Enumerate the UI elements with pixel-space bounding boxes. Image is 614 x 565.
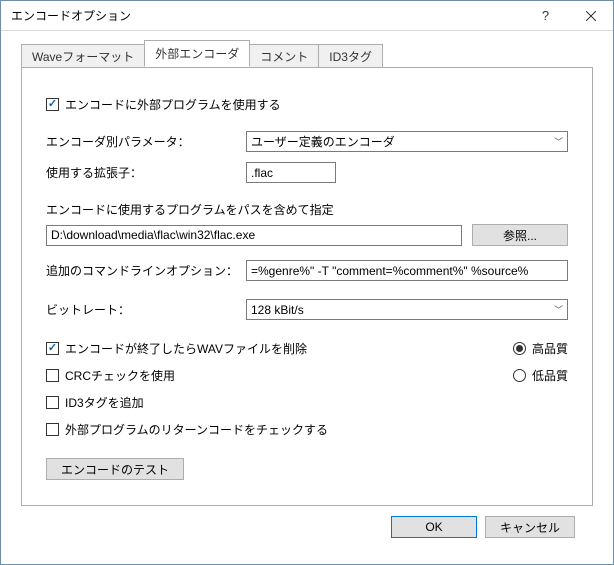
extension-label: 使用する拡張子： [46, 164, 246, 181]
delete-wav-checkbox[interactable]: エンコードが終了したらWAVファイルを削除 [46, 340, 473, 357]
window-title: エンコードオプション [11, 7, 523, 24]
retcode-checkbox[interactable]: 外部プログラムのリターンコードをチェックする [46, 421, 473, 438]
tab-panel-external-encoder: エンコードに外部プログラムを使用する エンコーダ別パラメータ： ユーザー定義のエ… [21, 67, 593, 506]
cmdline-label: 追加のコマンドラインオプション： [46, 262, 246, 279]
radio-icon [513, 342, 526, 355]
program-path-input[interactable] [46, 225, 462, 246]
tab-comment[interactable]: コメント [249, 44, 319, 68]
ok-button[interactable]: OK [391, 516, 477, 538]
encoder-select[interactable]: ユーザー定義のエンコーダ ﹀ [246, 131, 568, 152]
encoder-param-label: エンコーダ別パラメータ： [46, 133, 246, 150]
cmdline-input[interactable] [246, 260, 568, 281]
quality-low-radio[interactable]: 低品質 [513, 367, 568, 384]
bitrate-label: ビットレート： [46, 301, 246, 318]
checkbox-icon [46, 423, 59, 436]
help-icon: ? [542, 8, 549, 23]
use-external-label: エンコードに外部プログラムを使用する [65, 96, 281, 113]
options-row: エンコードが終了したらWAVファイルを削除 CRCチェックを使用 ID3タグを追… [46, 340, 568, 448]
bitrate-select[interactable]: 128 kBit/s ﹀ [246, 299, 568, 320]
chevron-down-icon: ﹀ [548, 135, 563, 148]
extension-input[interactable] [246, 162, 336, 183]
checkbox-icon [46, 369, 59, 382]
close-icon [586, 11, 596, 21]
tab-id3[interactable]: ID3タグ [318, 44, 383, 68]
bitrate-value: 128 kBit/s [251, 303, 304, 317]
checkbox-icon [46, 396, 59, 409]
quality-high-radio[interactable]: 高品質 [513, 340, 568, 357]
content-area: Waveフォーマット 外部エンコーダ コメント ID3タグ エンコードに外部プロ… [1, 31, 613, 564]
encode-test-button[interactable]: エンコードのテスト [46, 458, 184, 480]
help-button[interactable]: ? [523, 1, 568, 30]
checkbox-icon [46, 342, 59, 355]
cancel-button[interactable]: キャンセル [485, 516, 575, 538]
use-external-checkbox[interactable]: エンコードに外部プログラムを使用する [46, 96, 281, 113]
dialog-window: エンコードオプション ? Waveフォーマット 外部エンコーダ コメント ID3… [0, 0, 614, 565]
close-button[interactable] [568, 1, 613, 30]
radio-icon [513, 369, 526, 382]
crc-checkbox[interactable]: CRCチェックを使用 [46, 367, 473, 384]
tab-strip: Waveフォーマット 外部エンコーダ コメント ID3タグ [21, 45, 593, 67]
checkbox-icon [46, 98, 59, 111]
program-path-label: エンコードに使用するプログラムをパスを含めて指定 [46, 201, 568, 218]
encoder-select-value: ユーザー定義のエンコーダ [251, 133, 395, 150]
dialog-footer: OK キャンセル [21, 506, 593, 552]
tab-external-encoder[interactable]: 外部エンコーダ [144, 40, 250, 67]
window-buttons: ? [523, 1, 613, 30]
tab-wave-format[interactable]: Waveフォーマット [21, 44, 145, 68]
browse-button[interactable]: 参照... [472, 224, 568, 246]
chevron-down-icon: ﹀ [548, 303, 563, 316]
titlebar: エンコードオプション ? [1, 1, 613, 31]
id3-checkbox[interactable]: ID3タグを追加 [46, 394, 473, 411]
